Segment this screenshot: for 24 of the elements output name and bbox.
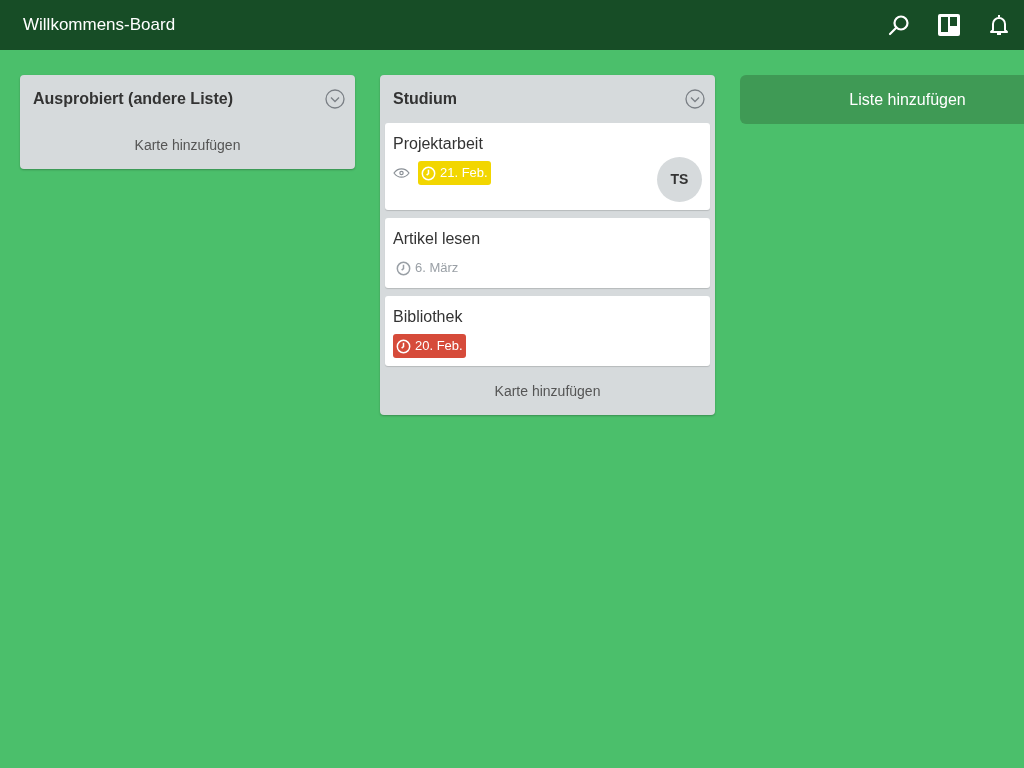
add-card-button[interactable]: Karte hinzufügen (25, 121, 350, 169)
chevron-down-icon[interactable] (685, 89, 705, 109)
list-title: Studium (393, 89, 457, 109)
notification-bell-icon[interactable] (987, 13, 1011, 37)
clock-icon (421, 165, 436, 181)
list-title: Ausprobiert (andere Liste) (33, 89, 234, 109)
search-icon[interactable] (887, 13, 911, 37)
board-icon[interactable] (937, 13, 961, 37)
add-card-button[interactable]: Karte hinzufügen (385, 367, 710, 415)
card-title: Projektarbeit (393, 134, 484, 154)
card[interactable]: Artikel lesen 6. März (385, 218, 710, 288)
board-title: Willkommens-Board (23, 14, 177, 37)
card-title: Artikel lesen (393, 229, 482, 249)
chevron-down-icon[interactable] (325, 89, 345, 109)
card[interactable]: Bibliothek 20. Feb. (385, 296, 710, 366)
clock-icon (396, 260, 411, 276)
clock-icon (396, 338, 411, 354)
add-list-button[interactable]: Liste hinzufügen (740, 75, 1024, 124)
card[interactable]: Projektarbeit 21. Feb. TS (385, 123, 710, 210)
due-date-label: 6. März (393, 256, 462, 280)
due-date-badge: 21. Feb. (418, 161, 491, 185)
card-title: Bibliothek (393, 307, 464, 327)
due-date-badge: 20. Feb. (393, 334, 466, 358)
member-avatar[interactable]: TS (657, 157, 702, 202)
